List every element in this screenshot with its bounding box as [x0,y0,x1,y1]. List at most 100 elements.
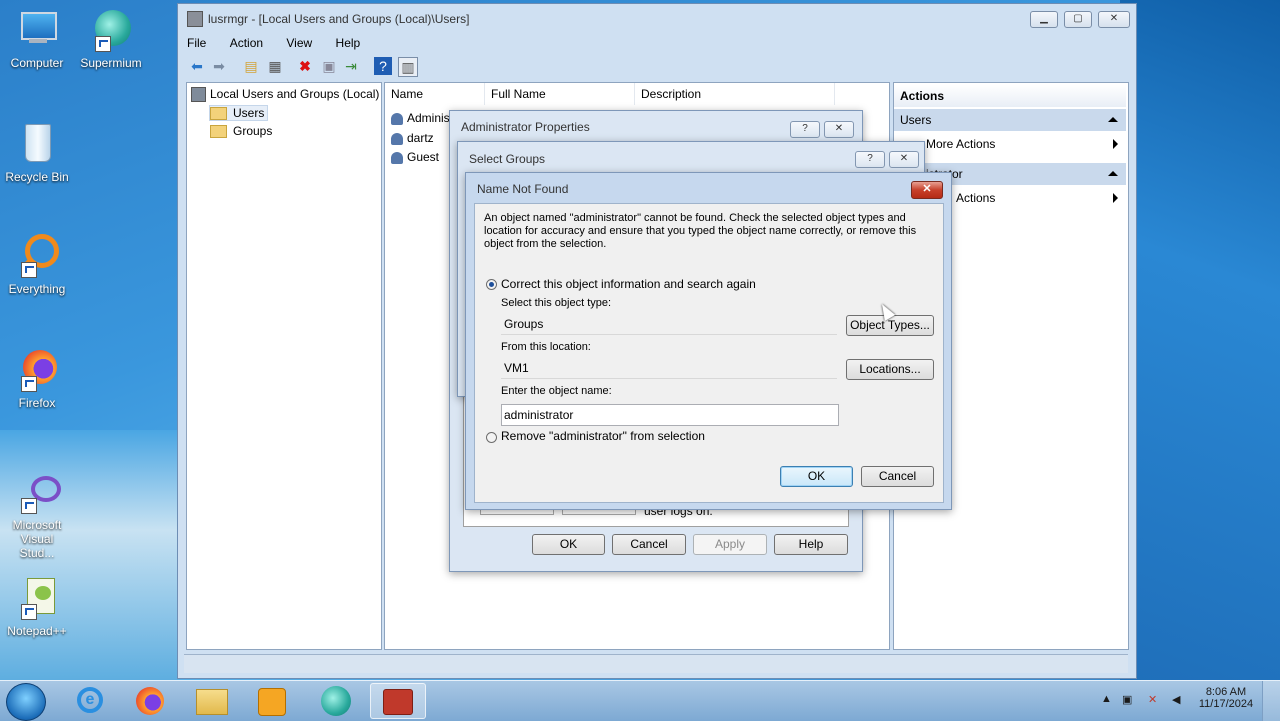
actions-header: Actions [894,85,1126,107]
window-app-icon [187,11,203,27]
up-folder-icon[interactable]: ▤ [242,57,260,75]
desktop-icon-firefox[interactable]: Firefox [4,348,70,410]
dialog-title: Name Not Found [477,182,569,196]
minimize-button[interactable]: ▁ [1030,11,1058,28]
remove-radio-label[interactable]: Remove "administrator" from selection [501,429,705,443]
object-types-button[interactable]: Object Types... [846,315,934,336]
more-actions-users[interactable]: More Actions [926,137,1126,151]
locations-button[interactable]: Locations... [846,359,934,380]
help-button[interactable]: ? [790,121,820,138]
firefox-icon [15,348,59,392]
desktop-icon-everything[interactable]: Everything [4,234,70,296]
dialog-body: An object named "administrator" cannot b… [474,203,944,503]
menu-help[interactable]: Help [333,34,364,52]
cancel-button[interactable]: Cancel [612,534,686,555]
delete-icon[interactable]: ✖ [296,57,314,75]
user-icon [391,112,403,125]
tree-root[interactable]: Local Users and Groups (Local) [191,87,379,103]
action-center-icon[interactable]: ▣ [1122,693,1132,706]
supermium-icon [321,686,351,716]
location-label: From this location: [501,341,591,353]
tree-item-users[interactable]: Users [209,105,269,122]
taskbar-explorer[interactable] [184,683,240,719]
column-header-full-name[interactable]: Full Name [485,83,635,105]
file-explorer-icon [196,689,228,715]
user-icon [391,132,403,145]
desktop-icon-label: Firefox [18,396,56,410]
help-icon[interactable]: ? [374,57,392,75]
desktop-icon-computer[interactable]: Computer [4,8,70,70]
column-header-description[interactable]: Description [635,83,835,105]
show-hide-tree-icon[interactable]: ▦ [266,57,284,75]
clock[interactable]: 8:06 AM 11/17/2024 [1196,686,1256,710]
everything-icon [15,234,59,278]
ok-button[interactable]: OK [532,534,605,555]
internet-explorer-icon: e [77,687,103,713]
window-title: lusrmgr - [Local Users and Groups (Local… [208,12,470,26]
object-type-label: Select this object type: [501,297,612,309]
desktop-icon-recycle-bin[interactable]: Recycle Bin [4,122,70,184]
ok-button[interactable]: OK [780,466,853,487]
supermium-icon [89,8,133,52]
column-header-name[interactable]: Name [385,83,485,105]
menu-view[interactable]: View [283,34,315,52]
desktop-icon-supermium[interactable]: Supermium [78,8,144,70]
name-not-found-dialog: Name Not Found ✕ An object named "admini… [465,172,952,510]
more-actions-administrator[interactable]: Actions [956,191,1126,205]
back-icon[interactable]: ⬅ [188,57,206,75]
apply-button[interactable]: Apply [693,534,767,555]
media-player-icon [258,688,286,716]
taskbar-firefox[interactable] [122,683,178,719]
start-button[interactable] [6,683,46,721]
close-button[interactable]: ✕ [1098,11,1130,28]
maximize-button[interactable]: ▢ [1064,11,1092,28]
menu-action[interactable]: Action [227,34,266,52]
object-name-input[interactable]: administrator [501,404,839,426]
desktop-icon-label: Microsoft Visual Stud... [12,518,62,560]
correct-radio-label[interactable]: Correct this object information and sear… [501,277,756,291]
close-button[interactable]: ✕ [889,151,919,168]
taskbar-computer-management[interactable] [370,683,426,719]
actions-section-users[interactable]: Users [894,109,1126,131]
list-item[interactable]: Guest [391,150,439,164]
dialog-title: Administrator Properties [461,120,590,134]
desktop-icon-label: Computer [10,56,64,70]
computer-icon [15,8,59,52]
taskbar-ie[interactable]: e [62,683,118,719]
volume-icon[interactable]: ◀ [1172,693,1180,706]
list-item[interactable]: Adminis [391,111,450,125]
taskbar-media-player[interactable] [244,683,300,719]
close-button[interactable]: ✕ [911,181,943,199]
show-action-pane-icon[interactable]: ▥ [398,57,418,77]
desktop-icon-visual-studio[interactable]: Microsoft Visual Stud... [4,470,70,560]
help-text-button[interactable]: Help [774,534,848,555]
properties-icon[interactable]: ▣ [320,57,338,75]
forward-icon[interactable]: ➡ [210,57,228,75]
wallpaper-right [1120,0,1280,680]
taskbar-supermium[interactable] [308,683,364,719]
desktop-icon-label: Notepad++ [7,624,67,638]
clock-time: 8:06 AM [1205,686,1247,698]
list-item[interactable]: dartz [391,131,434,145]
desktop-icon-notepadpp[interactable]: Notepad++ [4,576,70,638]
show-hidden-icons[interactable]: ▲ [1101,693,1112,705]
desktop-icon-label: Supermium [80,56,142,70]
object-type-field: Groups [501,314,837,335]
user-icon [391,151,403,164]
network-icon[interactable]: ✕ [1148,693,1157,706]
tree-item-groups[interactable]: Groups [210,124,272,139]
correct-radio[interactable] [486,279,497,290]
folder-icon [210,125,227,139]
toolbar: ⬅ ➡ ▤ ▦ ✖ ▣ ⇥ ? ▥ [184,56,1128,78]
help-button[interactable]: ? [855,151,885,168]
firefox-icon [136,687,164,715]
close-button[interactable]: ✕ [824,121,854,138]
tree-pane: Local Users and Groups (Local) Users Gro… [186,82,382,650]
collapse-icon [1108,171,1118,176]
export-list-icon[interactable]: ⇥ [342,57,360,75]
show-desktop-button[interactable] [1262,681,1280,721]
desktop-icon-label: Everything [8,282,66,296]
cancel-button[interactable]: Cancel [861,466,934,487]
menu-file[interactable]: File [184,34,209,52]
remove-radio[interactable] [486,432,497,443]
